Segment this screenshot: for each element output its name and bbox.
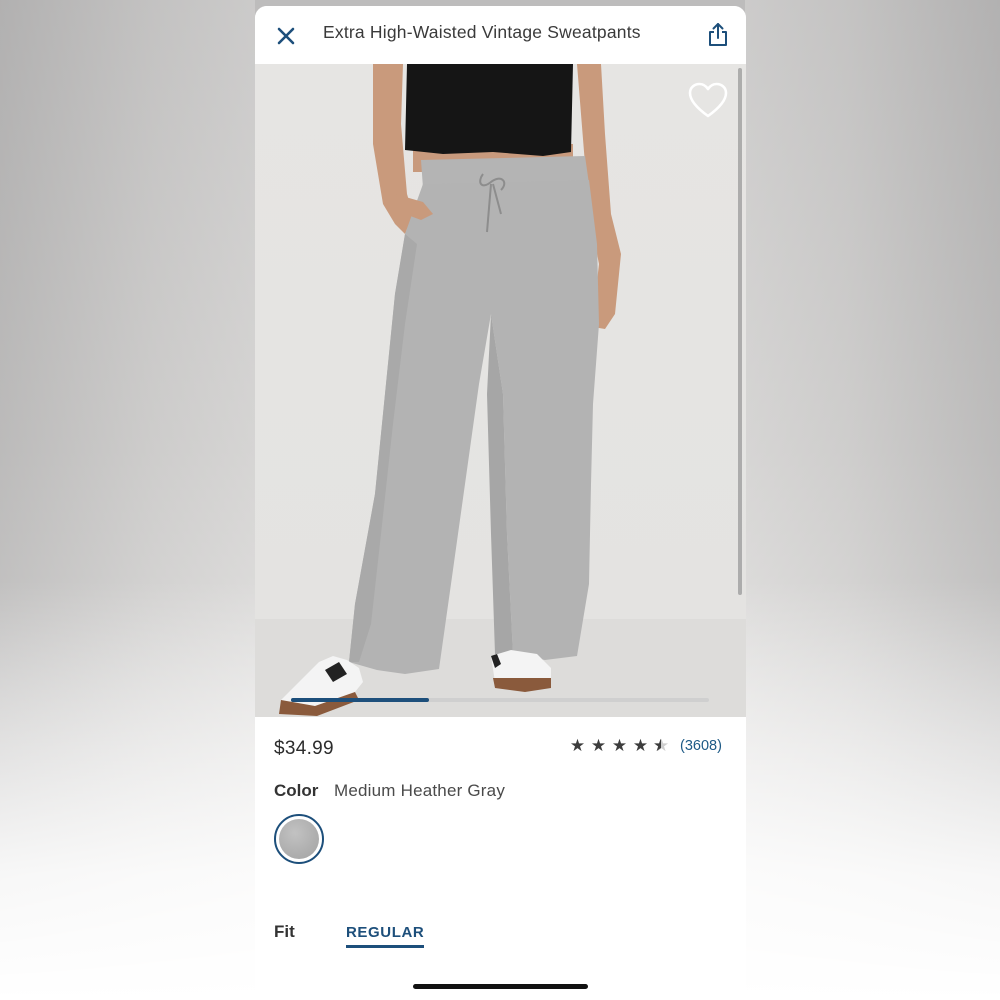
page-title: Extra High-Waisted Vintage Sweatpants — [323, 22, 641, 42]
fit-label: Fit — [274, 922, 295, 941]
share-icon — [709, 23, 727, 46]
share-button[interactable] — [705, 21, 731, 49]
model-illustration — [255, 64, 746, 717]
color-swatch-fill — [279, 819, 319, 859]
color-value: Medium Heather Gray — [334, 781, 506, 800]
product-sheet: Extra High-Waisted Vintage Sweatpants $3… — [255, 6, 746, 1000]
top-bar: Extra High-Waisted Vintage Sweatpants — [255, 6, 746, 64]
home-indicator[interactable] — [413, 984, 588, 989]
star-half-icon: ★ ★ — [653, 736, 670, 755]
review-count-link[interactable]: (3608) — [680, 738, 722, 754]
heart-outline-icon — [688, 82, 728, 118]
star-icon: ★ — [632, 736, 649, 755]
product-price: $34.99 — [274, 738, 334, 759]
close-icon — [277, 27, 295, 45]
fit-option-regular[interactable]: REGULAR — [346, 924, 425, 948]
star-icon: ★ — [569, 736, 586, 755]
color-label: Color — [274, 781, 319, 800]
favorite-button[interactable] — [688, 82, 728, 120]
close-button[interactable] — [273, 23, 299, 49]
product-rating[interactable]: ★ ★ ★ ★ ★ ★ (3608) — [569, 736, 722, 756]
star-icon: ★ — [590, 736, 607, 755]
color-swatch-medium-heather-gray[interactable] — [274, 814, 324, 864]
product-image[interactable] — [255, 64, 746, 717]
image-carousel-progress-fill — [291, 698, 429, 702]
page-scrollbar[interactable] — [738, 68, 742, 595]
star-icon: ★ — [611, 736, 628, 755]
image-carousel-progress[interactable] — [291, 698, 709, 702]
